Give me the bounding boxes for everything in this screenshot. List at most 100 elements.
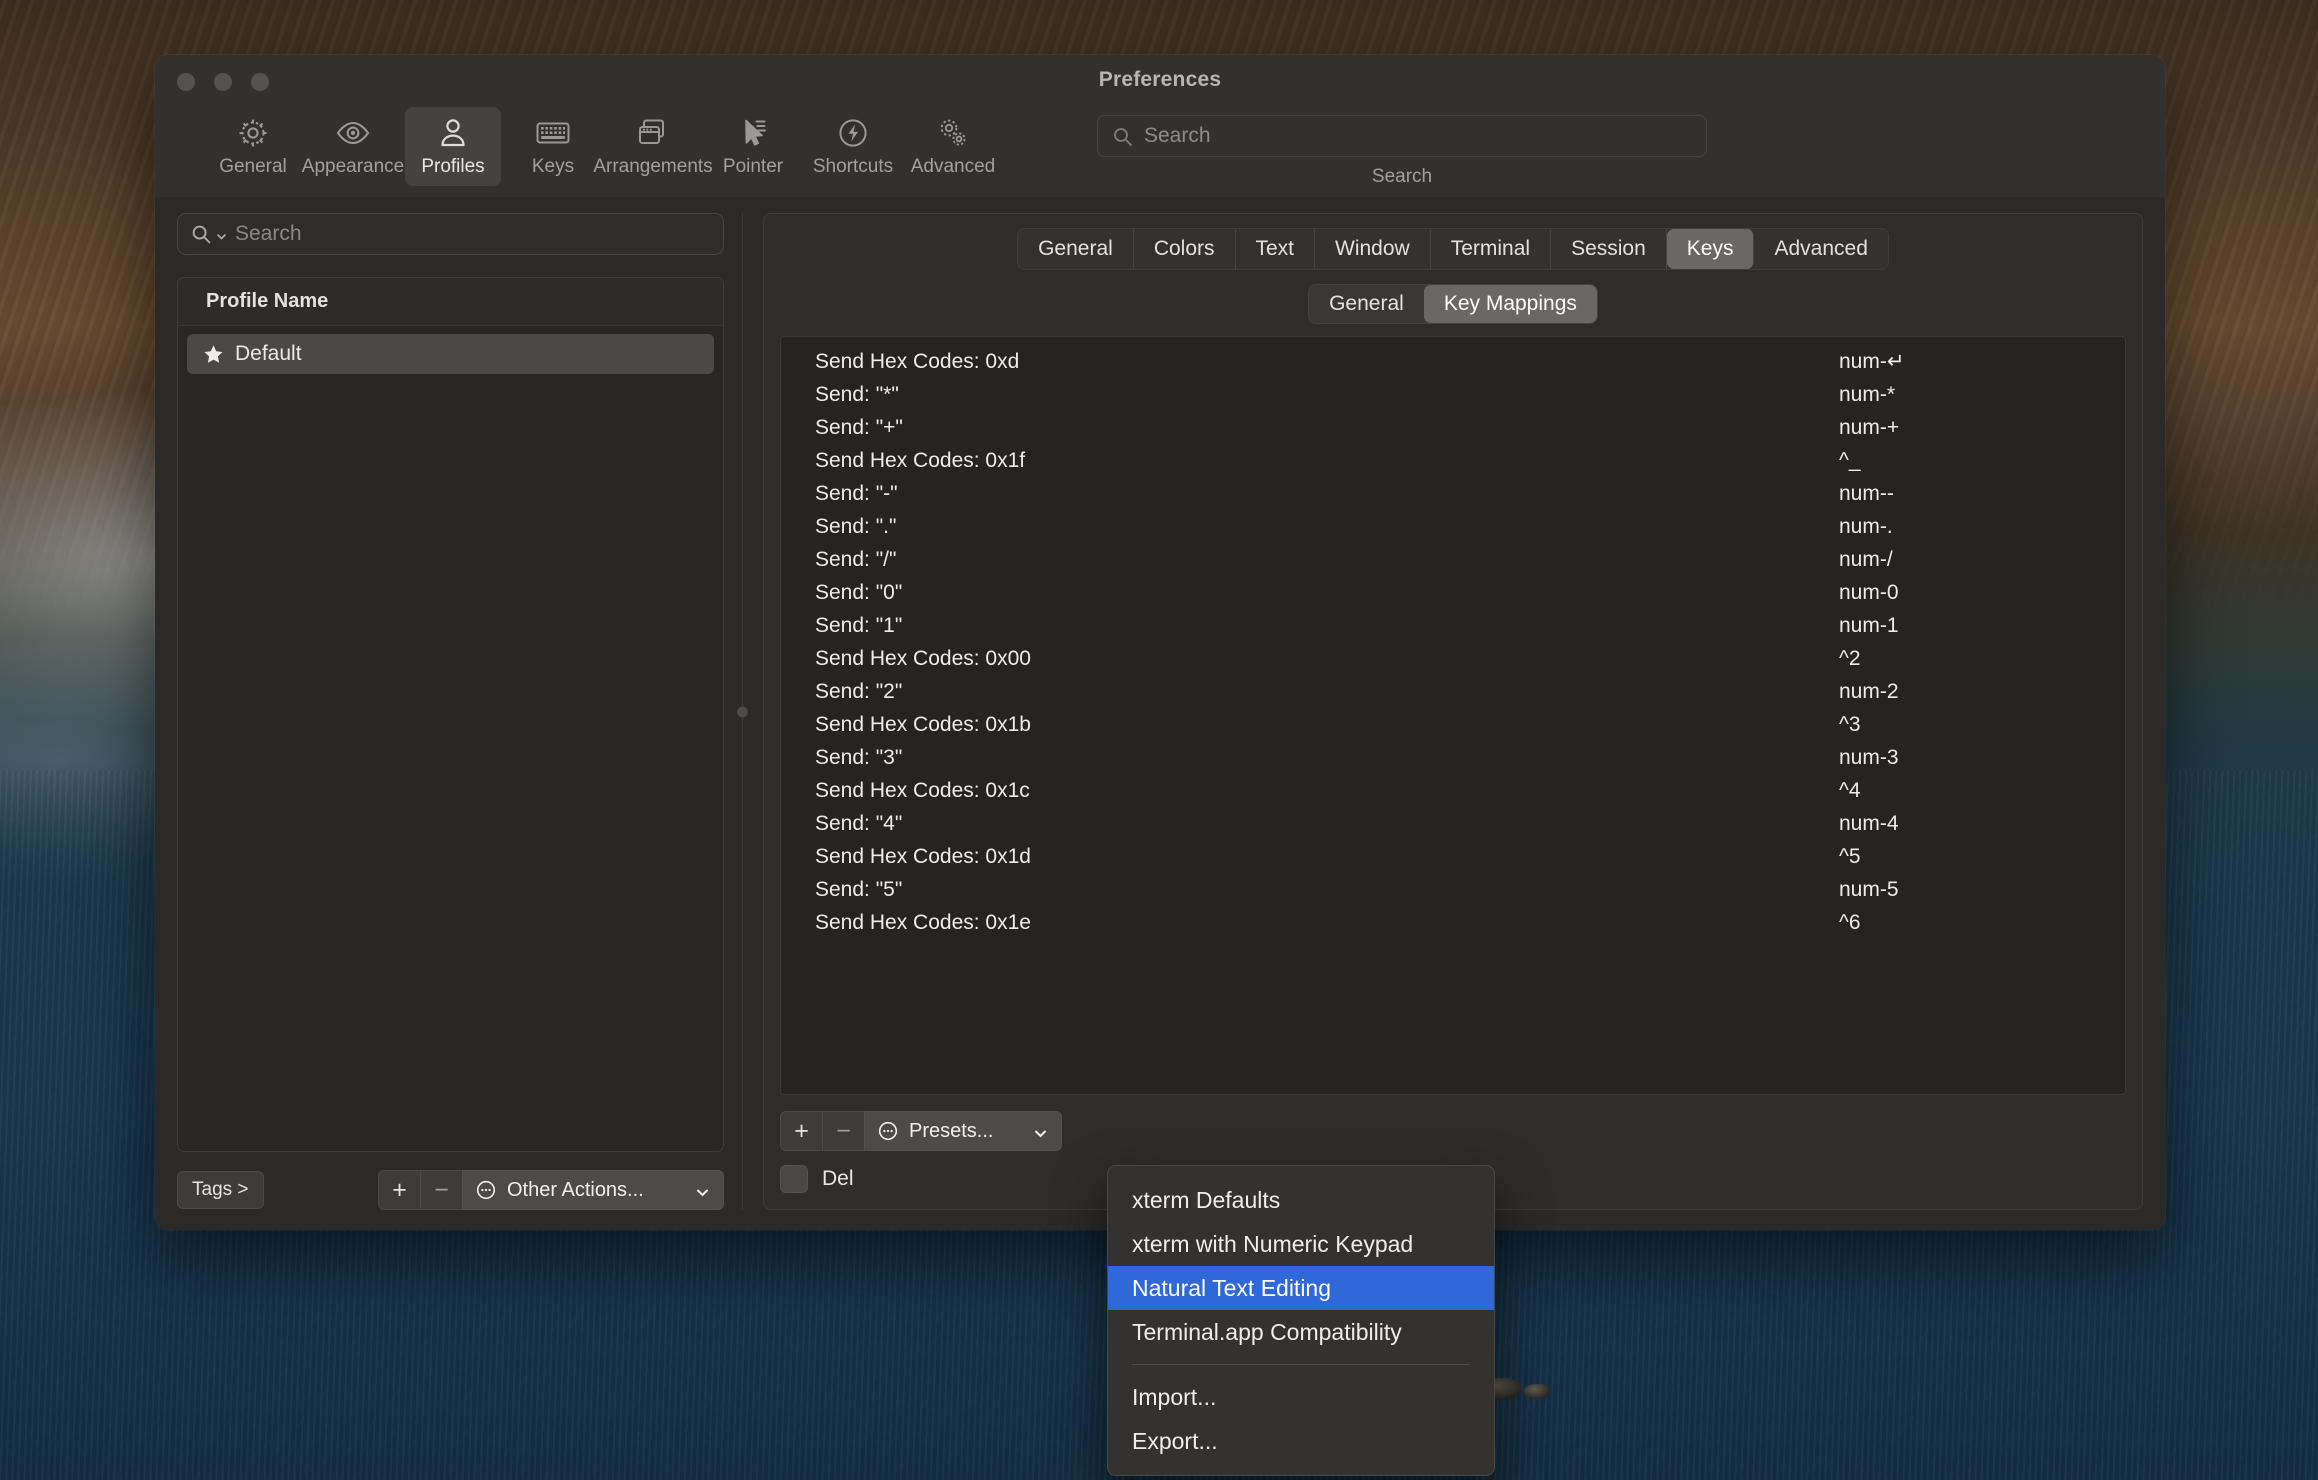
chevron-down-icon[interactable]	[216, 229, 227, 240]
keyboard-icon	[533, 113, 573, 153]
tags-button[interactable]: Tags >	[177, 1171, 264, 1209]
table-row[interactable]: Send: "." num-.	[781, 510, 2125, 543]
toolbar-search-group: Search	[1097, 107, 1707, 188]
table-row[interactable]: Send: "*" num-*	[781, 378, 2125, 411]
tab-text[interactable]: Text	[1235, 229, 1316, 269]
toolbar-item-keys[interactable]: Keys	[505, 107, 601, 186]
table-row[interactable]: Send: "/" num-/	[781, 543, 2125, 576]
table-row[interactable]: Send: "2" num-2	[781, 675, 2125, 708]
tab-terminal[interactable]: Terminal	[1430, 229, 1552, 269]
mapping-key: ^5	[1839, 844, 1861, 868]
mapping-action: Send: "4"	[815, 811, 903, 835]
remove-profile-button[interactable]: −	[420, 1170, 462, 1210]
menu-item-xterm-numeric-keypad[interactable]: xterm with Numeric Keypad	[1108, 1222, 1494, 1266]
gears-icon	[933, 113, 973, 153]
profile-detail-pane: General Colors Text Window Terminal Sess…	[763, 213, 2143, 1210]
table-row[interactable]: Default	[187, 334, 714, 374]
menu-item-natural-text-editing[interactable]: Natural Text Editing	[1108, 1266, 1494, 1310]
toolbar-item-label: General	[219, 156, 287, 177]
ellipsis-circle-icon	[877, 1120, 899, 1142]
menu-item-xterm-defaults[interactable]: xterm Defaults	[1108, 1178, 1494, 1222]
toolbar-item-label: Advanced	[910, 156, 996, 177]
table-row[interactable]: Send: "0" num-0	[781, 576, 2125, 609]
table-row[interactable]: Send Hex Codes: 0x00 ^2	[781, 642, 2125, 675]
profile-search-field[interactable]	[177, 213, 724, 255]
mapping-action: Send Hex Codes: 0x1b	[815, 712, 1031, 736]
mapping-action: Send Hex Codes: 0x1f	[815, 448, 1026, 472]
other-actions-popup[interactable]: Other Actions...	[462, 1170, 724, 1210]
toolbar-item-appearance[interactable]: Appearance	[302, 107, 404, 186]
mapping-key: ^_	[1839, 448, 1861, 472]
table-row[interactable]: Send Hex Codes: 0x1b ^3	[781, 708, 2125, 741]
tab-general[interactable]: General	[1018, 229, 1134, 269]
mapping-key: ^6	[1839, 910, 1861, 934]
toolbar-search-input[interactable]	[1144, 124, 1692, 148]
table-row[interactable]: Send: "4" num-4	[781, 807, 2125, 840]
table-row[interactable]: Send Hex Codes: 0xd num-↵	[781, 345, 2125, 378]
add-mapping-button[interactable]: +	[780, 1111, 822, 1151]
table-row[interactable]: Send Hex Codes: 0x1f ^_	[781, 444, 2125, 477]
toolbar-search-field[interactable]	[1097, 115, 1707, 157]
mapping-key: num-2	[1839, 679, 1899, 703]
cursor-icon	[733, 113, 773, 153]
toolbar-item-label: Arrangements	[593, 156, 713, 177]
table-row[interactable]: Send: "3" num-3	[781, 741, 2125, 774]
subtab-key-mappings[interactable]: Key Mappings	[1423, 285, 1597, 323]
sidebar-resize-divider[interactable]	[737, 213, 748, 1210]
mapping-action: Send Hex Codes: 0x1e	[815, 910, 1031, 934]
table-row[interactable]: Send Hex Codes: 0x1e ^6	[781, 906, 2125, 939]
tab-colors[interactable]: Colors	[1133, 229, 1236, 269]
table-row[interactable]: Send: "-" num--	[781, 477, 2125, 510]
menu-item-import[interactable]: Import...	[1108, 1375, 1494, 1419]
profile-table-body: Default	[178, 326, 723, 1151]
mapping-key: num-/	[1839, 547, 1893, 571]
table-row[interactable]: Send: "+" num-+	[781, 411, 2125, 444]
resize-handle[interactable]	[737, 706, 748, 717]
remove-mapping-button[interactable]: −	[822, 1111, 864, 1151]
profile-search-input[interactable]	[235, 222, 710, 246]
menu-item-export[interactable]: Export...	[1108, 1419, 1494, 1463]
menu-item-terminal-app-compatibility[interactable]: Terminal.app Compatibility	[1108, 1310, 1494, 1354]
table-row[interactable]: Send Hex Codes: 0x1d ^5	[781, 840, 2125, 873]
profile-table-header: Profile Name	[178, 278, 723, 326]
toolbar-item-profiles[interactable]: Profiles	[405, 107, 501, 186]
toolbar-item-shortcuts[interactable]: Shortcuts	[805, 107, 901, 186]
mapping-key: ^2	[1839, 646, 1861, 670]
key-mappings-table[interactable]: Send Hex Codes: 0xd num-↵ Send: "*" num-* …	[780, 336, 2126, 1095]
presets-popup-button[interactable]: Presets...	[864, 1111, 1062, 1151]
tab-advanced[interactable]: Advanced	[1754, 229, 1888, 269]
window-titlebar: Preferences	[155, 55, 2165, 107]
profile-table: Profile Name Default	[177, 277, 724, 1152]
mapping-action: Send: "/"	[815, 547, 897, 571]
toolbar-item-general[interactable]: General	[205, 107, 301, 186]
mapping-action: Send: "1"	[815, 613, 903, 637]
tab-window[interactable]: Window	[1315, 229, 1431, 269]
keys-subtabbar: General Key Mappings	[780, 284, 2126, 324]
profile-tabs: General Colors Text Window Terminal Sess…	[1017, 228, 1889, 270]
toolbar-item-arrangements[interactable]: Arrangements	[593, 107, 713, 186]
table-row[interactable]: Send: "1" num-1	[781, 609, 2125, 642]
toolbar-item-advanced[interactable]: Advanced	[905, 107, 1001, 186]
mapping-action: Send Hex Codes: 0x1d	[815, 844, 1031, 868]
mapping-action: Send: "+"	[815, 415, 903, 439]
person-icon	[433, 113, 473, 153]
tab-session[interactable]: Session	[1551, 229, 1667, 269]
toolbar-item-label: Profiles	[421, 156, 485, 177]
subtab-general[interactable]: General	[1309, 285, 1424, 323]
mapping-key: num-5	[1839, 877, 1899, 901]
table-row[interactable]: Send Hex Codes: 0x1c ^4	[781, 774, 2125, 807]
toolbar-item-pointer[interactable]: Pointer	[705, 107, 801, 186]
toolbar-item-label: Pointer	[722, 156, 784, 177]
profile-tabbar: General Colors Text Window Terminal Sess…	[780, 228, 2126, 270]
mapping-action: Send Hex Codes: 0x00	[815, 646, 1031, 670]
add-profile-button[interactable]: +	[378, 1170, 420, 1210]
tab-keys[interactable]: Keys	[1666, 229, 1755, 269]
mapping-key: num-.	[1839, 514, 1893, 538]
mapping-key: num-*	[1839, 382, 1896, 406]
mapping-action: Send: "3"	[815, 745, 903, 769]
presets-dropdown-menu: xterm Defaults xterm with Numeric Keypad…	[1107, 1165, 1495, 1476]
delete-key-checkbox[interactable]	[780, 1165, 808, 1193]
table-row[interactable]: Send: "5" num-5	[781, 873, 2125, 906]
other-actions-label: Other Actions...	[507, 1178, 644, 1201]
mapping-key: num-+	[1839, 415, 1900, 439]
